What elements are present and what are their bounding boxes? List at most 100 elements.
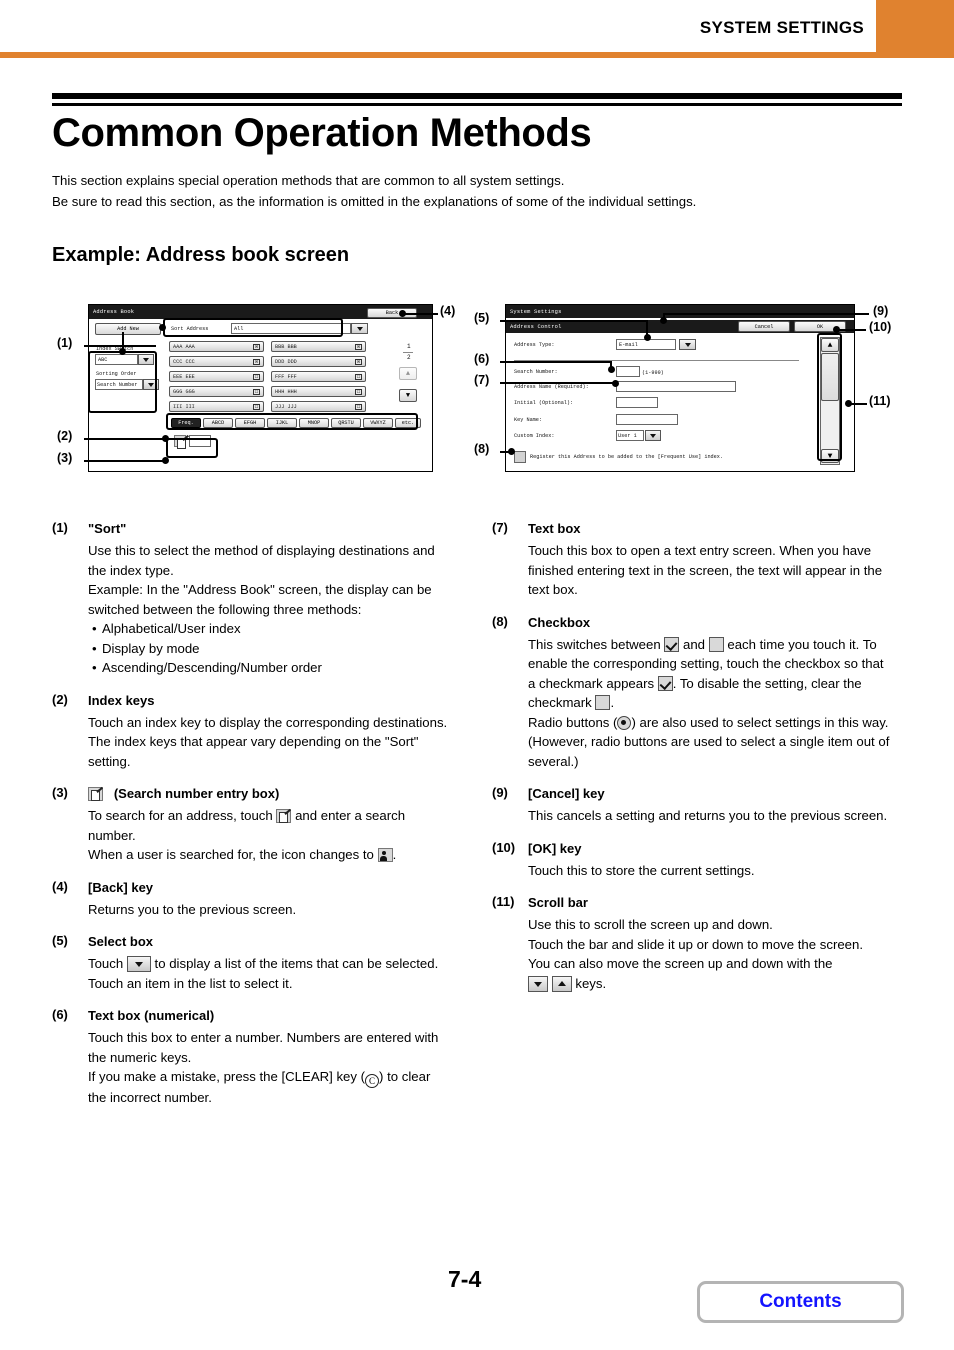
callout-10-leader xyxy=(836,329,866,331)
legend-item-body: Touch this box to open a text entry scre… xyxy=(528,543,883,597)
scroll-up-key[interactable]: ▲ xyxy=(399,367,417,380)
address-key[interactable]: III III ☐ xyxy=(169,401,264,412)
address-key[interactable]: AAA AAA ✉ xyxy=(169,341,264,352)
fax-icon: ☐ xyxy=(355,404,362,410)
page-total: 2 xyxy=(407,354,411,361)
address-key-label: DDD DDD xyxy=(275,359,297,365)
scroll-down-key[interactable]: ▼ xyxy=(399,389,417,402)
page-fraction-rule xyxy=(403,352,413,353)
index-keys-highlight-box xyxy=(166,413,418,430)
key-name-field[interactable] xyxy=(616,414,678,425)
section-title: Example: Address book screen xyxy=(52,244,350,266)
address-key-label: JJJ JJJ xyxy=(275,404,297,410)
legend-item-body: Use this to select the method of display… xyxy=(88,541,452,678)
scrollbar-highlight-box xyxy=(817,333,842,461)
callout-7-dot xyxy=(612,380,619,387)
address-key[interactable]: BBB BBB ✉ xyxy=(271,341,366,352)
address-type-dropdown-icon[interactable] xyxy=(679,339,696,350)
address-key-label: BBB BBB xyxy=(275,344,297,350)
callout-9-dot xyxy=(660,317,667,324)
contents-button[interactable]: Contents xyxy=(697,1281,904,1323)
address-key[interactable]: JJJ JJJ ☐ xyxy=(271,401,366,412)
address-key-label: HHH HHH xyxy=(275,389,297,395)
legend-item-number: (6) xyxy=(52,1007,68,1022)
header-accent-rule xyxy=(0,52,876,58)
search-number-label: Search Number: xyxy=(514,369,558,375)
mail-icon: ✉ xyxy=(355,344,362,350)
address-key[interactable]: CCC CCC ✉ xyxy=(169,356,264,367)
legend-item-heading: Index keys xyxy=(88,692,155,708)
fax-icon: ☐ xyxy=(355,374,362,380)
key-name-label: Key Name: xyxy=(514,417,543,423)
search-number-field[interactable] xyxy=(616,366,640,377)
add-new-key[interactable]: Add New xyxy=(95,323,161,335)
mail-icon: ✉ xyxy=(253,344,260,350)
legend-body-line: Use this to scroll the screen up and dow… xyxy=(528,917,773,932)
legend-body-line: Use this to select the method of display… xyxy=(88,543,435,578)
address-key[interactable]: GGG GGG ☐ xyxy=(169,386,264,397)
callout-4-dot xyxy=(399,310,406,317)
legend-item-1: (1) "Sort" Use this to select the method… xyxy=(52,520,452,678)
callout-10: (10) xyxy=(869,320,892,334)
legend-item-4: (4) [Back] key Returns you to the previo… xyxy=(52,879,452,920)
legend-seg-1: This switches between xyxy=(528,636,661,652)
custom-index-dropdown-icon[interactable] xyxy=(645,430,661,441)
callout-5-dot xyxy=(644,334,651,341)
frequent-use-checkbox-label: Register this Address to be added to the… xyxy=(530,454,724,460)
legend-item-6: (6) Text box (numerical) Touch this box … xyxy=(52,1007,452,1108)
legend-body-line: You can also move the screen up and down… xyxy=(528,956,833,971)
legend-item-heading: Scroll bar xyxy=(528,895,588,910)
checkbox-checked-icon xyxy=(657,675,673,691)
callout-10-dot xyxy=(833,326,840,333)
legend-item-7: (7) Text box Touch this box to open a te… xyxy=(492,520,892,600)
page-number: 7-4 xyxy=(448,1266,482,1292)
frequent-use-checkbox[interactable] xyxy=(514,451,526,463)
callout-11-dot xyxy=(845,400,852,407)
checkbox-empty-icon xyxy=(708,636,724,652)
legend-item-heading: "Sort" xyxy=(88,521,127,536)
sort-address-dropdown-icon[interactable] xyxy=(351,323,368,334)
address-key[interactable]: EEE EEE ☐ xyxy=(169,371,264,382)
address-name-field[interactable] xyxy=(616,381,736,392)
sort-highlight-box xyxy=(163,318,343,337)
address-key[interactable]: FFF FFF ☐ xyxy=(271,371,366,382)
legend-item-heading: [OK] key xyxy=(528,840,582,856)
intro-line-2: Be sure to read this section, as the inf… xyxy=(52,194,697,209)
clear-key-icon: C xyxy=(365,1074,380,1088)
legend-item-number: (7) xyxy=(492,520,508,535)
callout-3-dot xyxy=(162,457,169,464)
legend-item-body: Returns you to the previous screen. xyxy=(88,901,297,917)
callout-6: (6) xyxy=(474,352,490,366)
legend-column-right: (7) Text box Touch this box to open a te… xyxy=(492,520,892,1007)
fax-icon: ☐ xyxy=(253,374,260,380)
legend-item-body: Use this to scroll the screen up and dow… xyxy=(528,915,892,993)
legend-item-number: (3) xyxy=(52,785,68,800)
callout-2-leader xyxy=(84,438,164,440)
legend-item-number: (2) xyxy=(52,691,68,707)
initial-field[interactable] xyxy=(616,397,658,408)
page-header: SYSTEM SETTINGS xyxy=(0,0,954,58)
address-key[interactable]: DDD DDD ✉ xyxy=(271,356,366,367)
callout-1: (1) xyxy=(57,336,73,350)
legend-item-body: Touch this to store the current settings… xyxy=(528,862,755,878)
callout-1-dot-b xyxy=(159,324,166,331)
legend-item-number: (9) xyxy=(492,785,508,800)
callout-2-dot xyxy=(162,435,169,442)
cancel-key[interactable]: Cancel xyxy=(738,321,790,332)
address-type-value: E-mail xyxy=(619,341,638,348)
custom-index-value: User 1 xyxy=(618,432,637,439)
callout-7: (7) xyxy=(474,373,490,387)
user-search-icon xyxy=(377,848,393,862)
callout-1-leader xyxy=(84,345,156,347)
ok-key-label: OK xyxy=(816,323,824,330)
address-key[interactable]: HHH HHH ☐ xyxy=(271,386,366,397)
callout-2: (2) xyxy=(57,429,73,443)
address-key-label: EEE EEE xyxy=(173,374,195,380)
legend-body-pre: To search for an address, touch xyxy=(88,808,273,823)
arrow-down-key-icon xyxy=(528,975,548,992)
legend-item-body: This switches between and each time you … xyxy=(528,635,892,772)
legend-item-body: This cancels a setting and returns you t… xyxy=(528,808,888,823)
legend-heading-text: (Search number entry box) xyxy=(113,786,280,801)
legend-item-9: (9) [Cancel] key This cancels a setting … xyxy=(492,785,892,826)
callout-4-leader xyxy=(402,313,438,315)
